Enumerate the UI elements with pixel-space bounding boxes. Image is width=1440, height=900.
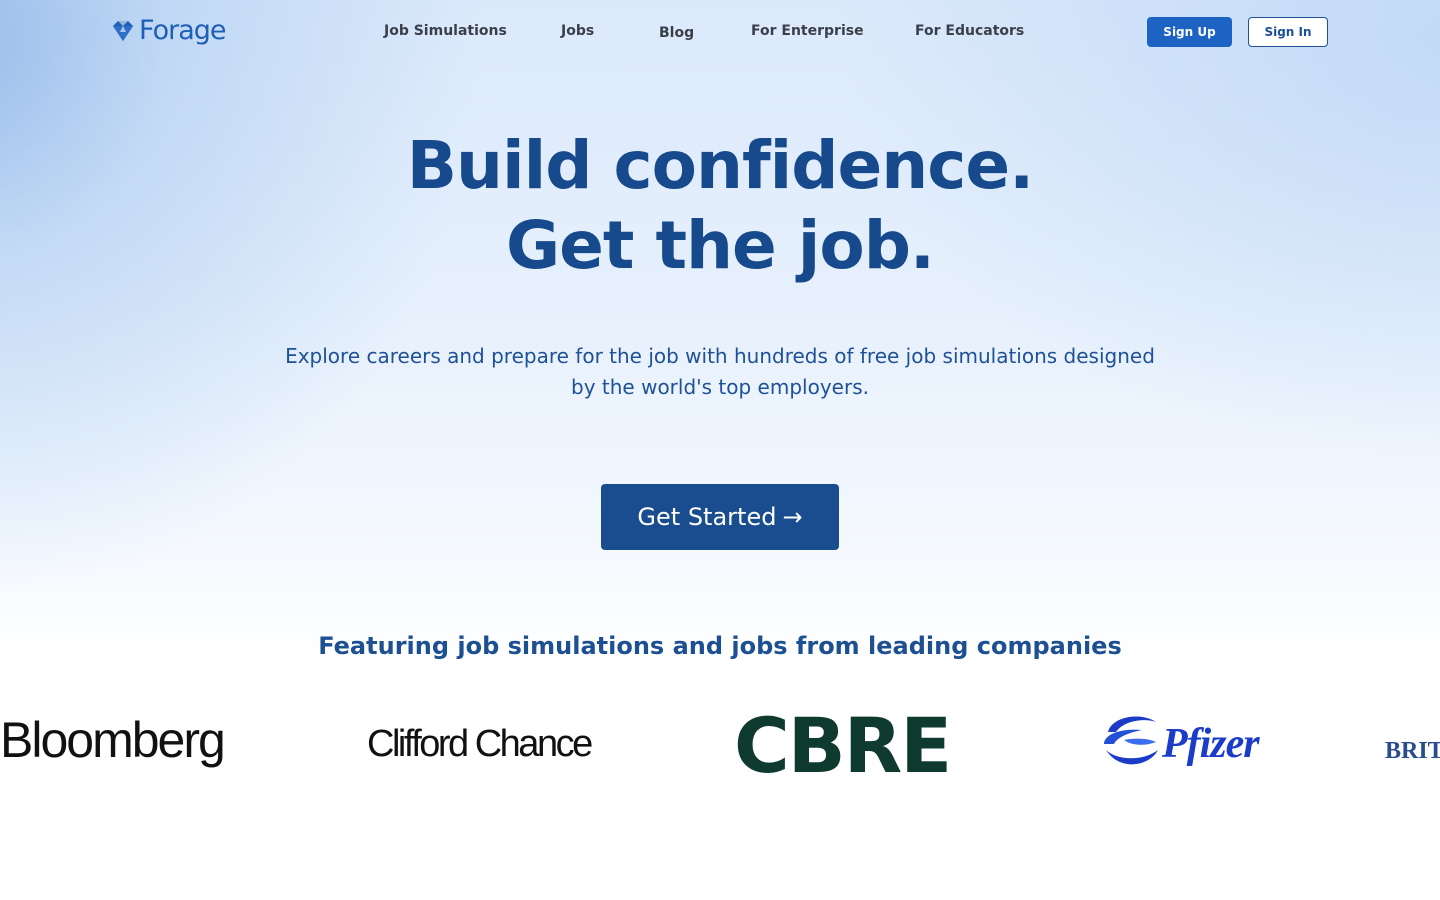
get-started-label: Get Started (637, 503, 777, 531)
bloomberg-logo: Bloomberg (0, 712, 226, 768)
forage-diamond-icon (111, 20, 135, 42)
sign-in-button[interactable]: Sign In (1248, 17, 1328, 47)
company-logo-carousel: Bloomberg Clifford Chance CBRE Pfizer BR… (0, 700, 1440, 790)
cbre-logo: CBRE (734, 701, 952, 790)
pfizer-wordmark: Pfizer (1162, 721, 1260, 767)
get-started-button[interactable]: Get Started → (601, 484, 839, 550)
pfizer-logo: Pfizer (1102, 710, 1260, 778)
brit-logo: BRIT (1385, 738, 1440, 764)
top-navigation: Forage Job Simulations Jobs Blog For Ent… (0, 0, 1440, 64)
nav-job-simulations[interactable]: Job Simulations (384, 21, 507, 41)
forage-logo[interactable]: Forage (111, 13, 226, 49)
clifford-chance-logo: Clifford Chance (367, 723, 593, 765)
nav-for-enterprise[interactable]: For Enterprise (751, 21, 864, 41)
nav-for-educators[interactable]: For Educators (915, 21, 1024, 41)
hero-headline: Build confidence. Get the job. (220, 126, 1220, 286)
nav-jobs[interactable]: Jobs (561, 21, 594, 41)
sign-up-button[interactable]: Sign Up (1147, 17, 1232, 47)
headline-line-1: Build confidence. (406, 127, 1035, 204)
nav-blog[interactable]: Blog (659, 23, 694, 43)
hero-background (0, 0, 1440, 660)
logo-wordmark: Forage (139, 15, 226, 46)
featured-companies-heading: Featuring job simulations and jobs from … (318, 632, 1122, 660)
pfizer-swirl-icon (1102, 710, 1160, 778)
arrow-right-icon: → (782, 503, 803, 531)
headline-line-2: Get the job. (505, 207, 935, 284)
hero-subtext: Explore careers and prepare for the job … (285, 344, 1155, 399)
